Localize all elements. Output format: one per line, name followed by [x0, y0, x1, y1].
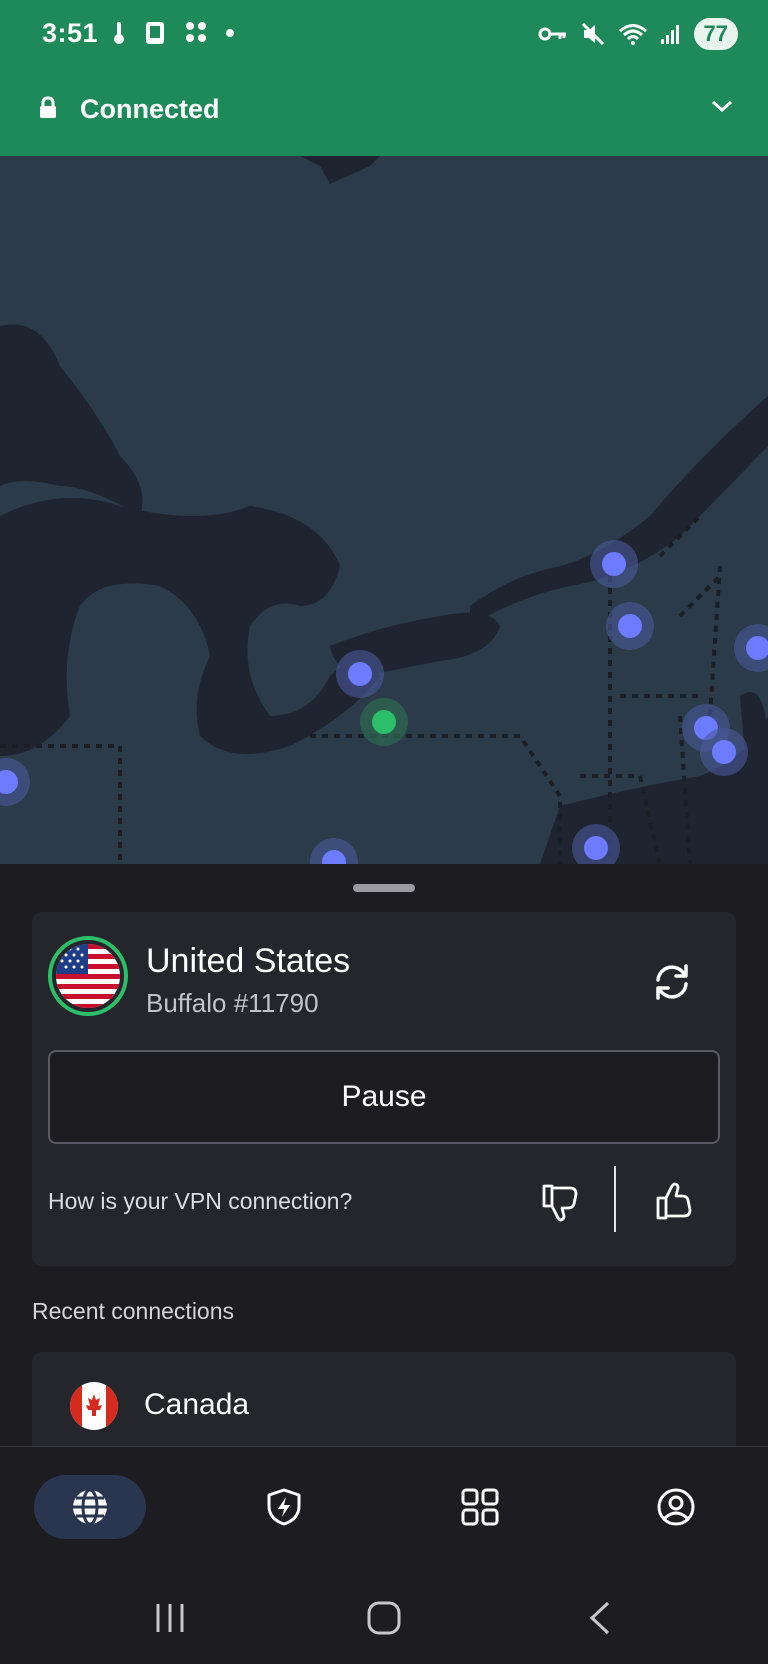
recent-country-name: Canada	[144, 1388, 250, 1421]
connection-status-text: Connected	[80, 94, 220, 124]
thermometer-icon	[114, 22, 124, 44]
connection-status-bar[interactable]: Connected	[0, 72, 768, 156]
dot-icon	[226, 29, 234, 37]
thumbs-down-button[interactable]	[532, 1174, 588, 1230]
rating-question: How is your VPN connection?	[48, 1188, 353, 1214]
connected-server-name: Buffalo #11790	[146, 988, 319, 1018]
globe-icon	[73, 1488, 107, 1526]
back-button[interactable]	[570, 1594, 630, 1642]
rating-divider	[614, 1166, 616, 1232]
refresh-icon	[656, 964, 688, 1000]
apps-icon	[186, 22, 206, 42]
bottom-navigation	[0, 1446, 768, 1565]
status-bar: 3:51 77	[0, 0, 768, 72]
server-pin[interactable]	[336, 650, 384, 698]
server-pins	[0, 540, 768, 864]
nav-profile[interactable]	[620, 1475, 732, 1539]
server-pin[interactable]	[572, 824, 620, 864]
server-pin[interactable]	[0, 758, 30, 806]
nav-globe[interactable]	[34, 1475, 146, 1539]
sheet-drag-handle[interactable]	[353, 884, 415, 892]
server-pin[interactable]	[310, 838, 358, 864]
thumbs-down-icon	[542, 1184, 578, 1222]
status-notification-icons	[112, 20, 236, 46]
vpn-key-icon	[538, 27, 566, 41]
thumbs-up-icon	[656, 1182, 692, 1220]
country-flag	[48, 936, 128, 1016]
bottom-sheet: United States Buffalo #11790 Pause How i…	[0, 864, 768, 1472]
chevron-down-icon[interactable]	[710, 98, 734, 114]
server-pin[interactable]	[734, 624, 768, 672]
thumbs-up-button[interactable]	[646, 1174, 702, 1230]
status-time: 3:51	[42, 18, 99, 48]
connected-country-name: United States	[146, 942, 351, 980]
current-connection-card: United States Buffalo #11790 Pause How i…	[32, 912, 736, 1266]
server-pin[interactable]	[606, 602, 654, 650]
recent-connections-title: Recent connections	[32, 1298, 235, 1324]
system-navigation-bar	[0, 1564, 768, 1664]
connected-server-pin[interactable]	[360, 698, 408, 746]
server-map[interactable]	[0, 156, 768, 864]
grid-icon	[461, 1488, 499, 1526]
profile-icon	[657, 1488, 695, 1526]
server-pin[interactable]	[590, 540, 638, 588]
pause-button[interactable]: Pause	[48, 1050, 720, 1144]
tablet-icon	[146, 22, 164, 44]
lock-icon	[40, 96, 56, 118]
us-flag-icon	[56, 944, 120, 1008]
server-pin[interactable]	[700, 728, 748, 776]
refresh-server-button[interactable]	[644, 954, 700, 1010]
status-system-icons: 77	[538, 18, 738, 50]
mute-icon	[581, 22, 604, 46]
battery-indicator: 77	[693, 18, 738, 50]
nav-services[interactable]	[424, 1475, 536, 1539]
recent-apps-button[interactable]	[140, 1594, 200, 1642]
home-icon	[367, 1601, 401, 1635]
home-button[interactable]	[354, 1594, 414, 1642]
recent-apps-icon	[156, 1604, 184, 1632]
nav-threat-protection[interactable]	[228, 1475, 340, 1539]
canada-flag-icon	[70, 1382, 118, 1430]
wifi-icon	[618, 24, 647, 45]
back-icon	[589, 1601, 610, 1635]
signal-icon	[660, 25, 679, 44]
shield-lightning-icon	[267, 1488, 301, 1526]
